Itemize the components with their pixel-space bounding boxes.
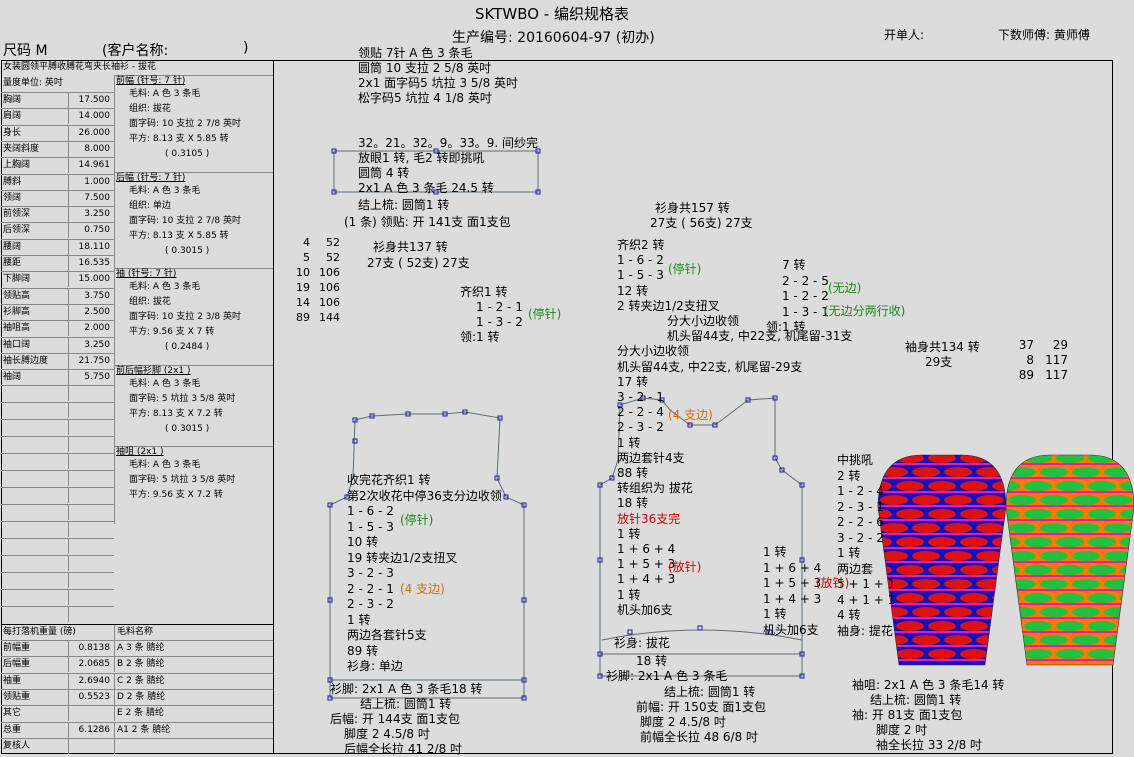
front-note-inc: (放针) <box>668 560 702 574</box>
sleeve-cuff: 袖咀: 2x1 A 色 3 条毛14 转 <box>852 678 1005 692</box>
back-needles: 27支 ( 52支) 27支 <box>367 256 470 270</box>
back-count-row: 19 106 <box>296 281 340 294</box>
outline-handle <box>352 438 358 444</box>
back-bottom: 结上梳: 圆筒1 转 后幅: 开 144支 面1支包 脚度 2 4.5/8 吋 … <box>330 697 463 756</box>
back-count-row: 10 106 <box>296 266 340 279</box>
outline-handle <box>697 625 703 631</box>
back-neck-note: (停针) <box>528 307 562 321</box>
front-right-steps: 7 转2 - 2 - 5 1 - 2 - 21 - 3 - 1 领:1 转 <box>766 258 829 334</box>
front-body: 衫身: 拔花 <box>614 636 670 650</box>
back-neck-steps: 齐织1 转 1 - 2 - 1 1 - 3 - 2 领:1 转 <box>460 285 523 344</box>
back-count-table: 4 52 5 52 10 106 19 106 14 106 89 144 <box>288 235 340 325</box>
collar-spec: 领贴 7针 A 色 3 条毛 圆筒 10 支拉 2 5/8 英吋 2x1 面字码5 … <box>358 46 519 105</box>
collar-open: (1 条) 领贴: 开 141支 面1支包 <box>344 215 511 229</box>
sleeve-count-table: 37 29 8 117 89 117 <box>1012 338 1068 383</box>
collar-box-text: 放眼1 转, 毛2 转即挑吼 圆筒 4 转 2x1 A 色 3 条毛 24.5 转 <box>358 151 494 195</box>
sleeve-steps: 中挑吼 2 转 1 - 2 - 42 - 3 - 1 2 - 2 - 63 - 2… <box>837 453 896 638</box>
back-total: 衫身共137 转 <box>373 240 448 254</box>
outline-handle <box>627 629 633 635</box>
front-note-edge: (4 支边) <box>668 408 713 422</box>
front-total: 衫身共157 转 <box>655 201 730 215</box>
front-bottom: 结上梳: 圆筒1 转 前幅: 开 150支 面1支包 脚度 2 4.5/8 吋 … <box>636 685 767 744</box>
sleeve-count-row: 8 117 <box>1026 353 1068 367</box>
collar-finish: 结上梳: 圆筒1 转 <box>358 198 450 212</box>
front-mid-steps: 1 转1 + 6 + 4 1 + 5 + 31 + 4 + 3 1 转机头加6支 <box>763 545 822 637</box>
sleeve-total: 袖身共134 转 <box>905 340 980 354</box>
sleeve-bottom: 结上梳: 圆筒1 转 袖: 开 81支 面1支包 脚度 2 吋 袖全长拉 33 … <box>852 693 983 752</box>
sleeve-count-row: 89 117 <box>1018 368 1068 382</box>
front-note-noedge: (无边) <box>828 281 862 295</box>
front-note-stop: (停针) <box>668 262 702 276</box>
back-steps: 收完花齐织1 转第2次收花中停36支分边收领 1 - 6 - 21 - 5 - … <box>347 473 502 673</box>
back-note-edge: (4 支边) <box>400 582 445 596</box>
sleeve-count-row: 37 29 <box>1018 338 1068 352</box>
collar-top-stripe: 32。21。32。9。33。9. 间纱完 <box>358 136 538 150</box>
back-note-stop: (停针) <box>400 513 434 527</box>
back-count-row: 89 144 <box>296 311 340 324</box>
back-hem: 衫脚: 2x1 A 色 3 条毛18 转 <box>330 682 483 696</box>
back-count-row: 14 106 <box>296 296 340 309</box>
back-count-row: 5 52 <box>303 251 340 264</box>
front-note-noedge2: (无边分两行收) <box>824 304 906 318</box>
sleeve-note-inc: (放针) <box>816 576 850 590</box>
front-hem-turns: 18 转 <box>636 654 668 668</box>
sleeve-needles: 29支 <box>925 355 953 369</box>
back-count-row: 4 52 <box>303 236 340 249</box>
front-needles: 27支 ( 56支) 27支 <box>650 216 753 230</box>
diagram-canvas <box>327 148 1134 701</box>
front-hem: 衫脚: 2x1 A 色 3 条毛 <box>606 669 728 683</box>
